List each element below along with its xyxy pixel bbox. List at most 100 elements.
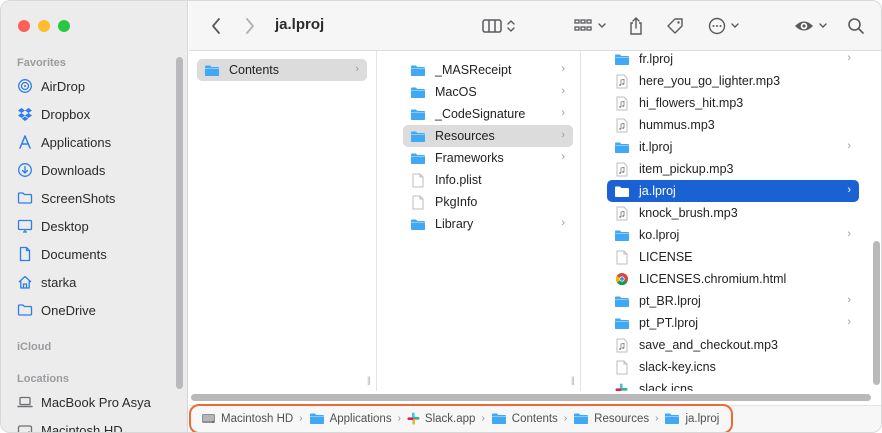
columns-view-icon [482, 19, 502, 33]
chevron-right-icon [246, 18, 254, 34]
sidebar-item-label: OneDrive [41, 302, 96, 318]
path-crumb[interactable]: Slack.app [407, 412, 475, 425]
list-item[interactable]: save_and_checkout.mp3 [607, 334, 859, 356]
view-mode-button[interactable] [479, 15, 519, 37]
folder-icon [491, 412, 507, 425]
sidebar-item-0-4[interactable]: ScreenShots [17, 187, 115, 209]
list-item[interactable]: ko.lproj › [607, 224, 859, 246]
audio-file-icon [613, 118, 630, 132]
folder-icon [613, 184, 630, 198]
path-crumb[interactable]: Resources [573, 412, 649, 425]
audio-file-icon [613, 162, 630, 176]
list-item[interactable]: _CodeSignature › [403, 103, 573, 125]
column-3: fr.lproj › here_you_go_lighter.mp3 hi_flowe… [601, 51, 871, 391]
sidebar-item-label: starka [41, 274, 77, 290]
item-label: Info.plist [435, 173, 482, 187]
close-window-button[interactable] [18, 20, 30, 32]
list-item[interactable]: MacOS › [403, 81, 573, 103]
crumb-label: Macintosh HD [221, 412, 294, 425]
list-item[interactable]: Frameworks › [403, 147, 573, 169]
list-item[interactable]: hummus.mp3 [607, 114, 859, 136]
audio-file-icon [613, 74, 630, 88]
sidebar-item-0-7[interactable]: starka [17, 271, 76, 293]
chevron-left-icon [212, 18, 220, 34]
back-button[interactable] [205, 15, 227, 37]
folder-icon [203, 63, 220, 77]
list-item[interactable]: slack-key.icns [607, 356, 859, 378]
list-item[interactable]: here_you_go_lighter.mp3 [607, 70, 859, 92]
path-crumb[interactable]: Macintosh HD [201, 412, 293, 425]
item-label: it.lproj [639, 140, 673, 154]
list-item[interactable]: Resources › [403, 125, 573, 147]
sidebar-item-0-2[interactable]: Applications [17, 131, 111, 153]
sidebar-item-0-0[interactable]: AirDrop [17, 75, 85, 97]
group-button[interactable] [571, 15, 609, 37]
horizontal-scrollbar[interactable] [191, 394, 871, 401]
sidebar-item-0-1[interactable]: Dropbox [17, 103, 90, 125]
chevron-right-icon: › [847, 316, 851, 328]
list-item[interactable]: PkgInfo [403, 191, 573, 213]
sidebar-item-0-6[interactable]: Documents [17, 243, 107, 265]
sidebar-item-2-1[interactable]: Macintosh HD [17, 419, 123, 432]
folder-icon [613, 140, 630, 154]
tags-button[interactable] [663, 15, 687, 37]
chevron-right-icon: › [561, 129, 565, 141]
window-title: ja.lproj [275, 16, 325, 33]
sidebar-item-label: ScreenShots [41, 190, 116, 206]
path-crumb[interactable]: Applications [309, 412, 392, 425]
column-resize-handle[interactable]: || [571, 375, 575, 385]
share-icon [630, 17, 642, 35]
action-menu-button[interactable] [705, 15, 743, 37]
list-item[interactable]: fr.lproj › [607, 51, 859, 70]
audio-file-icon [613, 96, 630, 110]
sidebar-scrollbar[interactable] [176, 57, 183, 389]
share-button[interactable] [625, 15, 647, 37]
list-item[interactable]: item_pickup.mp3 [607, 158, 859, 180]
sidebar-item-0-8[interactable]: OneDrive [17, 299, 96, 321]
zoom-window-button[interactable] [58, 20, 70, 32]
list-item[interactable]: pt_PT.lproj › [607, 312, 859, 334]
path-crumb[interactable]: ja.lproj [664, 412, 719, 425]
chevron-right-icon: › [299, 413, 303, 424]
search-button[interactable] [845, 15, 867, 37]
list-item[interactable]: ja.lproj › [607, 180, 859, 202]
folder-icon [613, 52, 630, 66]
list-item[interactable]: Contents › [197, 59, 367, 81]
audio-file-icon [613, 206, 630, 220]
preview-button[interactable] [793, 15, 829, 37]
slack-icon [613, 382, 630, 391]
path-crumb[interactable]: Contents [491, 412, 558, 425]
sidebar-item-label: Applications [41, 134, 112, 150]
tag-icon [667, 18, 683, 34]
chevron-right-icon: › [847, 52, 851, 64]
crumb-label: Resources [594, 412, 650, 425]
sidebar-item-label: MacBook Pro Asya [41, 394, 151, 410]
chevron-down-icon [598, 23, 606, 28]
item-label: pt_BR.lproj [639, 294, 701, 308]
chevron-right-icon: › [561, 151, 565, 163]
applications-icon [17, 134, 33, 150]
sidebar-item-0-5[interactable]: Desktop [17, 215, 89, 237]
sidebar-item-label: Desktop [41, 218, 89, 234]
list-item[interactable]: hi_flowers_hit.mp3 [607, 92, 859, 114]
list-item[interactable]: knock_brush.mp3 [607, 202, 859, 224]
list-item[interactable]: it.lproj › [607, 136, 859, 158]
minimize-window-button[interactable] [38, 20, 50, 32]
list-item[interactable]: Library › [403, 213, 573, 235]
sidebar-item-0-3[interactable]: Downloads [17, 159, 105, 181]
forward-button[interactable] [239, 15, 261, 37]
list-item[interactable]: _MASReceipt › [403, 59, 573, 81]
item-label: here_you_go_lighter.mp3 [639, 74, 781, 88]
sidebar-item-2-0[interactable]: MacBook Pro Asya [17, 391, 151, 413]
airdrop-icon [17, 78, 33, 94]
item-label: knock_brush.mp3 [639, 206, 738, 220]
list-item[interactable]: pt_BR.lproj › [607, 290, 859, 312]
column-resize-handle[interactable]: || [367, 375, 371, 385]
folder-icon [17, 190, 33, 206]
list-item[interactable]: LICENSE [607, 246, 859, 268]
list-item[interactable]: slack.icns [607, 378, 859, 391]
column-3-scrollbar[interactable] [873, 241, 880, 385]
list-item[interactable]: Info.plist [403, 169, 573, 191]
list-item[interactable]: LICENSES.chromium.html [607, 268, 859, 290]
eye-icon [795, 21, 813, 31]
